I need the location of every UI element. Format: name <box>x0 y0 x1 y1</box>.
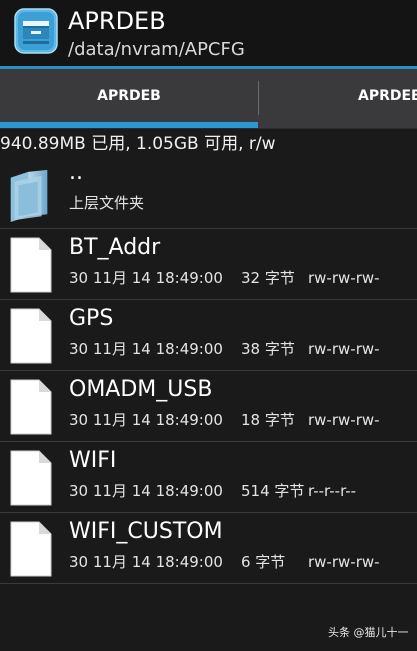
tab-bar: APRDEB APRDEB <box>0 69 417 129</box>
parent-folder-row[interactable]: .. 上层文件夹 <box>0 158 417 229</box>
file-row-wifi-custom[interactable]: WIFI_CUSTOM 30 11月 14 18:49:00 6 字节 rw-rw-… <box>0 513 417 584</box>
file-name: WIFI <box>69 448 117 473</box>
file-name: GPS <box>69 306 114 331</box>
tab-separator <box>258 81 259 115</box>
file-permissions: r--r--r-- <box>308 482 357 500</box>
file-date: 30 11月 14 18:49:00 <box>69 482 223 500</box>
storage-info: 940.89MB 已用, 1.05GB 可用, r/w <box>0 134 276 154</box>
file-row-gps[interactable]: GPS 30 11月 14 18:49:00 38 字节 rw-rw-rw- <box>0 300 417 371</box>
parent-folder-name: .. <box>69 160 83 185</box>
tab-bar-bottom-divider <box>0 128 417 129</box>
file-name: OMADM_USB <box>69 377 213 402</box>
parent-folder-label: 上层文件夹 <box>69 194 145 212</box>
file-size: 6 字节 <box>241 553 286 571</box>
file-date: 30 11月 14 18:49:00 <box>69 411 223 429</box>
file-permissions: rw-rw-rw- <box>308 553 380 571</box>
current-path: /data/nvram/APCFG <box>68 39 245 60</box>
folder-icon <box>10 169 48 222</box>
file-meta: 30 11月 14 18:49:00 38 字节 rw-rw-rw- <box>69 339 380 359</box>
file-meta: 30 11月 14 18:49:00 32 字节 rw-rw-rw- <box>69 268 380 288</box>
file-permissions: rw-rw-rw- <box>308 269 380 287</box>
tab-aprdeb-second[interactable]: APRDEB <box>358 69 417 129</box>
file-name: WIFI_CUSTOM <box>69 519 223 544</box>
app-header: APRDEB /data/nvram/APCFG <box>0 0 417 68</box>
file-row-omadm-usb[interactable]: OMADM_USB 30 11月 14 18:49:00 18 字节 rw-rw-r… <box>0 371 417 442</box>
file-meta: 30 11月 14 18:49:00 6 字节 rw-rw-rw- <box>69 552 380 572</box>
file-meta: 30 11月 14 18:49:00 18 字节 rw-rw-rw- <box>69 410 380 430</box>
file-date: 30 11月 14 18:49:00 <box>69 340 223 358</box>
file-icon <box>10 450 52 506</box>
file-icon <box>10 521 52 577</box>
file-date: 30 11月 14 18:49:00 <box>69 269 223 287</box>
row-divider <box>0 583 417 584</box>
file-icon <box>10 308 52 364</box>
file-size: 514 字节 <box>241 482 305 500</box>
file-size: 38 字节 <box>241 340 295 358</box>
tab-aprdeb-selected[interactable]: APRDEB <box>0 69 258 129</box>
file-icon <box>10 379 52 435</box>
file-meta: 30 11月 14 18:49:00 514 字节 r--r--r-- <box>69 481 356 501</box>
file-row-bt-addr[interactable]: BT_Addr 30 11月 14 18:49:00 32 字节 rw-rw-rw- <box>0 229 417 300</box>
file-size: 18 字节 <box>241 411 295 429</box>
file-date: 30 11月 14 18:49:00 <box>69 553 223 571</box>
app-title: APRDEB <box>68 7 166 35</box>
watermark: 头条 @猫儿十一 <box>328 626 409 639</box>
file-row-wifi[interactable]: WIFI 30 11月 14 18:49:00 514 字节 r--r--r-- <box>0 442 417 513</box>
file-manager-app-icon <box>14 8 58 54</box>
file-permissions: rw-rw-rw- <box>308 411 380 429</box>
file-name: BT_Addr <box>69 235 161 260</box>
file-permissions: rw-rw-rw- <box>308 340 380 358</box>
file-size: 32 字节 <box>241 269 295 287</box>
file-icon <box>10 237 52 293</box>
